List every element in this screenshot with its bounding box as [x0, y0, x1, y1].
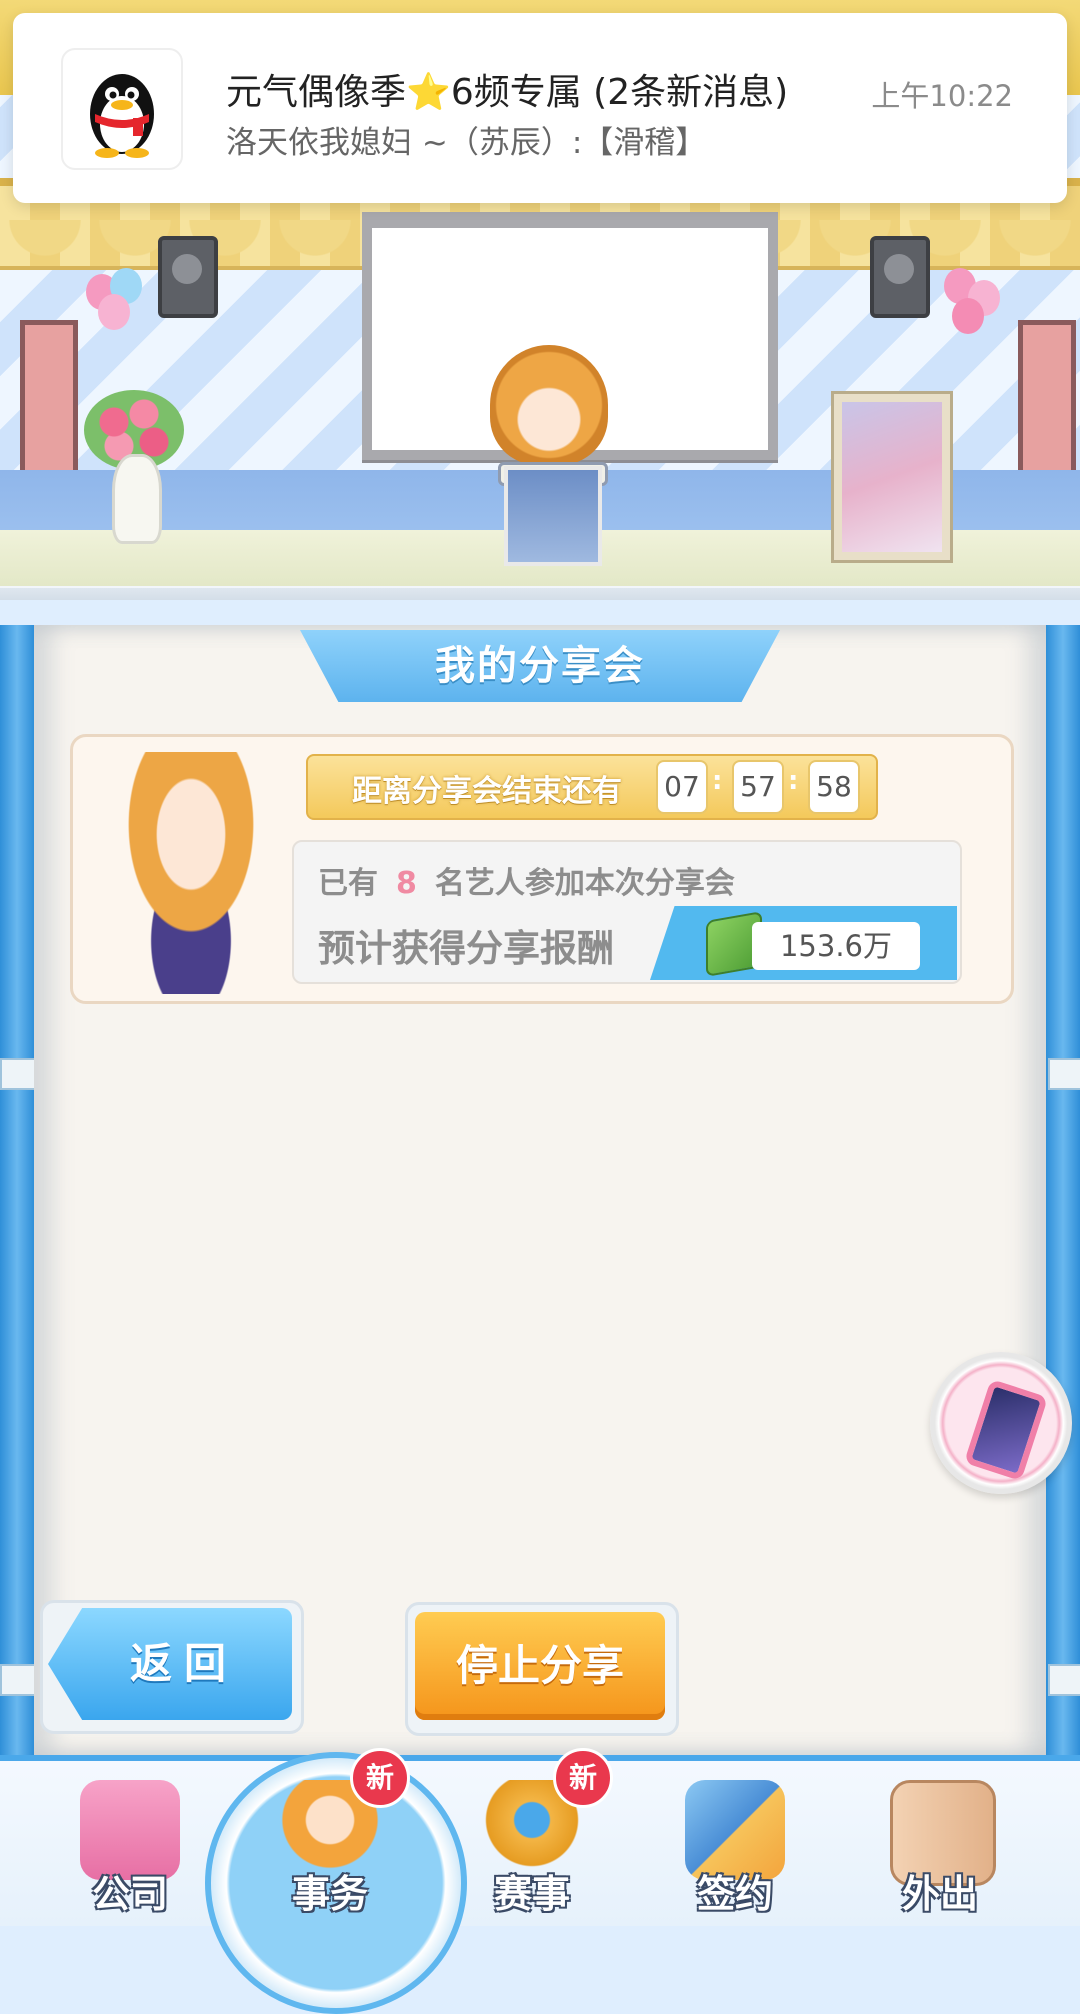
phone-shortcut-button[interactable]	[930, 1352, 1072, 1494]
timer-colon: :	[712, 766, 723, 796]
stop-sharing-button[interactable]: 停止分享	[415, 1612, 665, 1720]
timer-label: 距离分享会结束还有	[352, 774, 622, 809]
new-badge: 新	[350, 1748, 410, 1808]
timer-hours: 07	[656, 760, 708, 814]
panel-title: 我的分享会	[300, 630, 780, 702]
participants-suffix: 名艺人参加本次分享会	[434, 866, 735, 901]
panel-pillar-right	[1046, 625, 1080, 1755]
panel-pillar-left	[0, 625, 34, 1755]
participants-prefix: 已有	[318, 866, 378, 901]
panel-tab-right	[1048, 1058, 1080, 1090]
timer-minutes: 57	[732, 760, 784, 814]
character-avatar	[92, 752, 290, 994]
nav-label: 事务	[291, 1872, 368, 1916]
vase-icon	[112, 454, 162, 544]
balloon-icon	[952, 298, 984, 334]
nav-label: 公司	[91, 1872, 168, 1916]
nav-label: 赛事	[493, 1872, 570, 1916]
notification-body: 洛天依我媳妇 ~（苏辰）:【滑稽】	[226, 125, 707, 161]
notification-time: 上午10:22	[871, 79, 1013, 113]
qq-penguin-icon	[61, 48, 183, 170]
balloon-icon	[98, 294, 130, 330]
nav-item-contract[interactable]: 签约	[660, 1770, 810, 1920]
notification-banner[interactable]: 元气偶像季⭐6频专属 (2条新消息) 洛天依我媳妇 ~（苏辰）:【滑稽】 上午1…	[13, 13, 1067, 203]
panel-tab-right	[1048, 1664, 1080, 1696]
podium	[504, 466, 602, 566]
speaker-right-icon	[870, 236, 930, 318]
nav-item-outing[interactable]: 外出	[865, 1770, 1015, 1920]
participants-row: 已有 8 名艺人参加本次分享会	[318, 858, 735, 902]
reward-label: 预计获得分享报酬	[318, 927, 614, 970]
stage-rail	[0, 586, 1080, 600]
new-badge: 新	[553, 1748, 613, 1808]
panel-tab-left	[0, 1664, 36, 1696]
speaker-left-icon	[158, 236, 218, 318]
poster-stand	[834, 394, 950, 560]
timer-colon: :	[788, 766, 799, 796]
reward-value: 153.6万	[752, 922, 920, 970]
panel-tab-left	[0, 1058, 36, 1090]
timer-seconds: 58	[808, 760, 860, 814]
nav-label: 外出	[901, 1872, 978, 1916]
nav-item-company[interactable]: 公司	[55, 1770, 205, 1920]
stage-character	[490, 345, 608, 465]
back-button[interactable]: 返回	[48, 1608, 292, 1720]
notification-title: 元气偶像季⭐6频专属 (2条新消息)	[226, 72, 789, 113]
participants-count: 8	[396, 866, 417, 901]
nav-label: 签约	[696, 1872, 773, 1916]
phone-icon	[963, 1378, 1049, 1482]
